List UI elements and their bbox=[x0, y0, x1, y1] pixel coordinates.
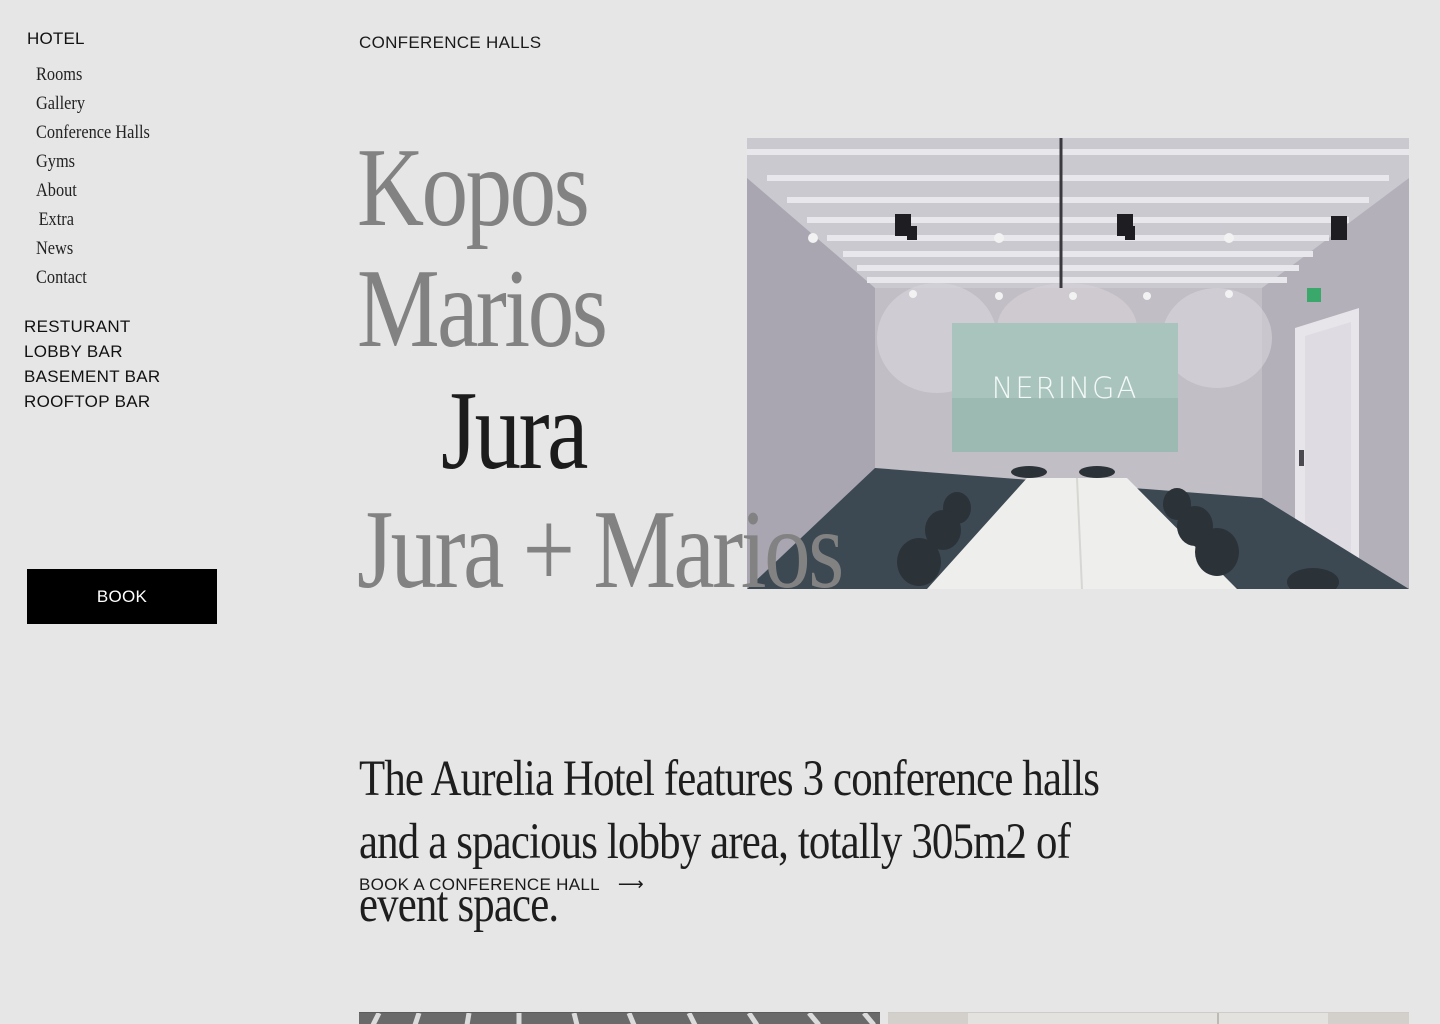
book-button[interactable]: BOOK bbox=[27, 569, 217, 624]
nav-item-gallery[interactable]: Gallery bbox=[36, 89, 150, 118]
nav-item-basement-bar[interactable]: BASEMENT BAR bbox=[24, 364, 161, 389]
nav-item-contact[interactable]: Contact bbox=[36, 263, 150, 292]
hotel-sub-nav: Rooms Gallery Conference Halls Gyms Abou… bbox=[36, 60, 168, 292]
hall-option-jura-marios[interactable]: Jura + Marios bbox=[357, 490, 844, 610]
nav-item-lobby-bar[interactable]: LOBBY BAR bbox=[24, 339, 161, 364]
nav-item-about[interactable]: About bbox=[36, 176, 150, 205]
screen-logo-text: NERINGA bbox=[991, 371, 1139, 405]
gallery-thumbnail[interactable] bbox=[359, 1012, 880, 1024]
nav-item-rooftop-bar[interactable]: ROOFTOP BAR bbox=[24, 389, 161, 414]
sidebar-heading-hotel[interactable]: HOTEL bbox=[27, 29, 85, 49]
gallery-thumbnail[interactable] bbox=[888, 1012, 1409, 1024]
page-title: CONFERENCE HALLS bbox=[359, 33, 542, 52]
intro-text: The Aurelia Hotel features 3 conference … bbox=[359, 751, 1100, 933]
hall-option-marios[interactable]: Marios bbox=[357, 249, 608, 369]
venue-nav: RESTURANT LOBBY BAR BASEMENT BAR ROOFTOP… bbox=[24, 314, 161, 414]
conference-room-photo bbox=[747, 138, 1409, 589]
nav-item-conference-halls[interactable]: Conference Halls bbox=[36, 118, 150, 147]
book-conference-hall-label: BOOK A CONFERENCE HALL bbox=[359, 875, 600, 894]
book-conference-hall-link[interactable]: BOOK A CONFERENCE HALL ⟶ bbox=[359, 874, 644, 896]
nav-item-gyms[interactable]: Gyms bbox=[36, 147, 150, 176]
nav-item-extra[interactable]: Extra bbox=[36, 205, 150, 234]
nav-item-news[interactable]: News bbox=[36, 234, 150, 263]
hall-option-jura[interactable]: Jura bbox=[441, 371, 588, 491]
arrow-right-icon: ⟶ bbox=[617, 874, 644, 895]
nav-item-restaurant[interactable]: RESTURANT bbox=[24, 314, 161, 339]
hall-option-kopos[interactable]: Kopos bbox=[357, 128, 590, 248]
nav-item-rooms[interactable]: Rooms bbox=[36, 60, 150, 89]
